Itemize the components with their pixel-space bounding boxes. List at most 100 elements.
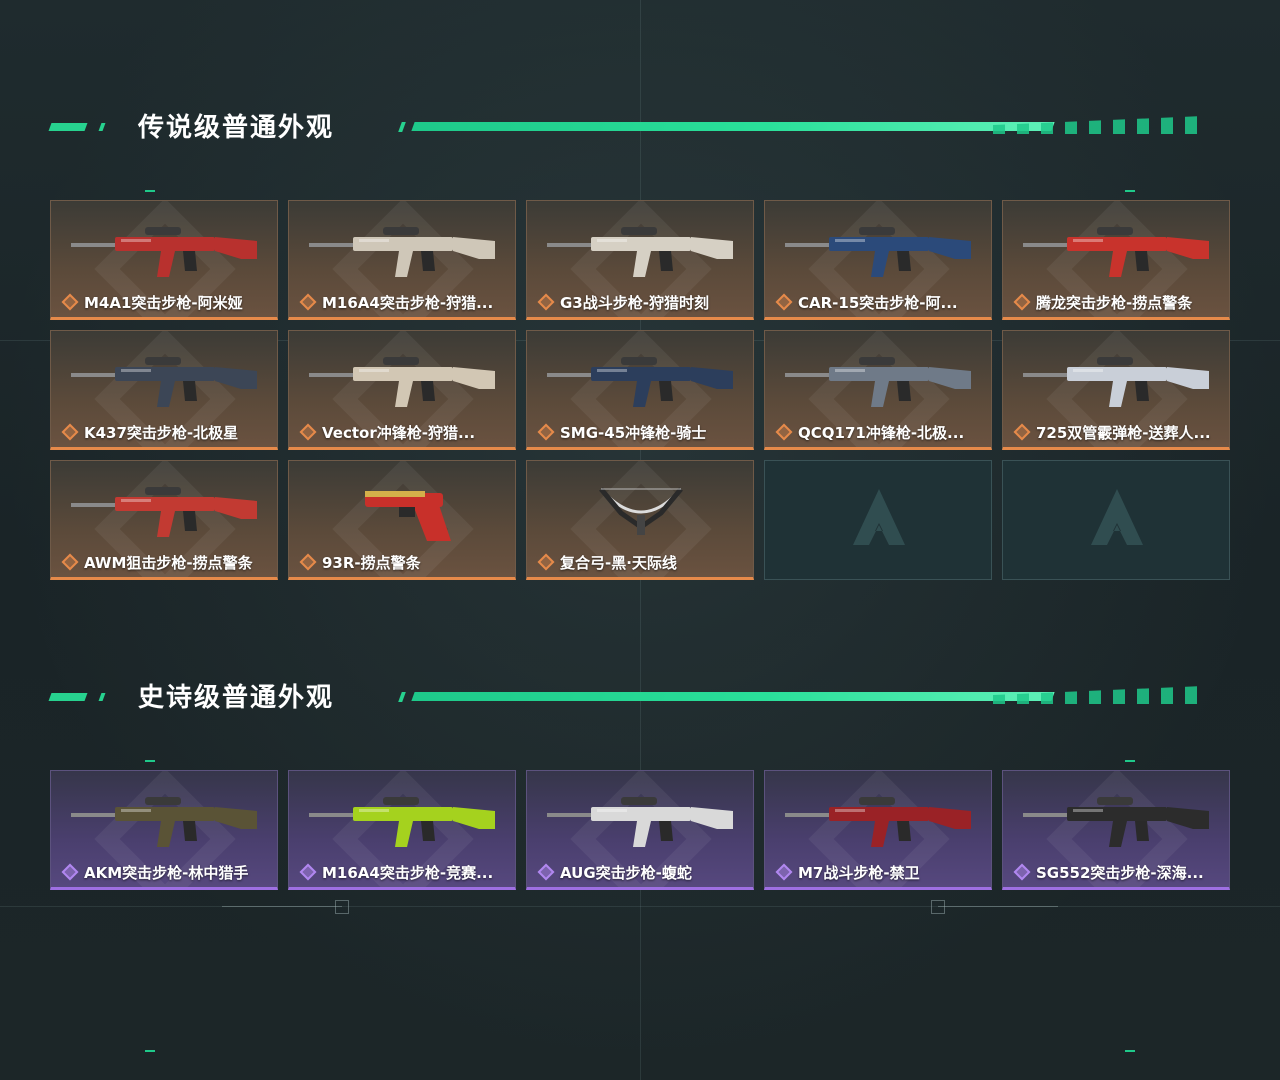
skin-card[interactable]: 腾龙突击步枪-捞点警条 — [1002, 200, 1230, 320]
skin-name: G3战斗步枪-狩猎时刻 — [560, 293, 709, 312]
weapon-image — [1023, 357, 1209, 407]
deco-tick — [1125, 190, 1135, 192]
skin-card[interactable]: 725双管霰弹枪-送葬人... — [1002, 330, 1230, 450]
skin-card[interactable]: Vector冲锋枪-狩猎... — [288, 330, 516, 450]
skin-card[interactable]: CAR-15突击步枪-阿... — [764, 200, 992, 320]
skin-card[interactable]: G3战斗步枪-狩猎时刻 — [526, 200, 754, 320]
rarity-diamond-icon — [61, 553, 79, 571]
rarity-diamond-icon — [299, 293, 317, 311]
weapon-image — [1023, 797, 1209, 847]
weapon-image — [71, 797, 257, 847]
skin-card[interactable]: AUG突击步枪-蝮蛇 — [526, 770, 754, 890]
weapon-illustration — [779, 215, 979, 287]
empty-slot — [764, 460, 992, 580]
skin-card[interactable]: 复合弓-黑·天际线 — [526, 460, 754, 580]
card-label-row: 93R-捞点警条 — [299, 551, 421, 573]
section-header-epic: 史诗级普通外观 — [48, 678, 1208, 718]
header-accent-bar — [98, 693, 106, 701]
weapon-illustration — [1017, 785, 1217, 857]
weapon-illustration — [779, 345, 979, 417]
skin-name: SG552突击步枪-深海... — [1036, 863, 1204, 882]
skin-card[interactable]: QCQ171冲锋枪-北极... — [764, 330, 992, 450]
card-label-row: M16A4突击步枪-竞赛... — [299, 861, 493, 883]
skin-card[interactable]: 93R-捞点警条 — [288, 460, 516, 580]
card-label-row: 725双管霰弹枪-送葬人... — [1013, 421, 1211, 443]
skin-name: K437突击步枪-北极星 — [84, 423, 239, 442]
rarity-diamond-icon — [537, 423, 555, 441]
section-title: 传说级普通外观 — [138, 113, 335, 143]
skin-card[interactable]: M16A4突击步枪-竞赛... — [288, 770, 516, 890]
card-label-row: AKM突击步枪-林中猎手 — [61, 861, 248, 883]
rarity-diamond-icon — [775, 423, 793, 441]
header-checker-pattern — [993, 116, 1203, 134]
rarity-diamond-icon — [775, 863, 793, 881]
section-title: 史诗级普通外观 — [138, 683, 335, 713]
deco-tick — [145, 760, 155, 762]
card-label-row: 复合弓-黑·天际线 — [537, 551, 677, 573]
page: 传说级普通外观 M4A1突击步枪-阿米娅 M16A4突击步枪-狩猎... G3战斗步… — [0, 0, 1280, 1080]
skin-name: AUG突击步枪-蝮蛇 — [560, 863, 692, 882]
deco-square — [931, 900, 945, 914]
skin-card[interactable]: M4A1突击步枪-阿米娅 — [50, 200, 278, 320]
skin-card[interactable]: AWM狙击步枪-捞点警条 — [50, 460, 278, 580]
rarity-diamond-icon — [61, 423, 79, 441]
weapon-illustration — [779, 785, 979, 857]
weapon-image — [71, 487, 257, 537]
rarity-diamond-icon — [537, 553, 555, 571]
weapon-illustration — [541, 215, 741, 287]
skin-card[interactable]: K437突击步枪-北极星 — [50, 330, 278, 450]
card-label-row: AUG突击步枪-蝮蛇 — [537, 861, 692, 883]
header-accent-bar — [48, 693, 88, 701]
card-label-row: G3战斗步枪-狩猎时刻 — [537, 291, 709, 313]
weapon-image — [547, 797, 733, 847]
skin-card[interactable]: AKM突击步枪-林中猎手 — [50, 770, 278, 890]
weapon-image — [71, 357, 257, 407]
weapon-image — [365, 491, 451, 541]
weapon-image — [309, 797, 495, 847]
deco-tick — [1125, 760, 1135, 762]
weapon-image — [547, 227, 733, 277]
empty-slot — [1002, 460, 1230, 580]
skin-name: 725双管霰弹枪-送葬人... — [1036, 423, 1211, 442]
weapon-illustration — [303, 345, 503, 417]
deco-square — [335, 900, 349, 914]
card-label-row: AWM狙击步枪-捞点警条 — [61, 551, 253, 573]
skin-card[interactable]: SMG-45冲锋枪-骑士 — [526, 330, 754, 450]
deco-tick — [1125, 1050, 1135, 1052]
weapon-image — [71, 227, 257, 277]
weapon-illustration — [541, 785, 741, 857]
rarity-diamond-icon — [775, 293, 793, 311]
skin-card[interactable]: M7战斗步枪-禁卫 — [764, 770, 992, 890]
card-label-row: SMG-45冲锋枪-骑士 — [537, 421, 706, 443]
skin-card[interactable]: M16A4突击步枪-狩猎... — [288, 200, 516, 320]
header-accent-bar — [98, 123, 106, 131]
weapon-image — [309, 357, 495, 407]
rarity-diamond-icon — [299, 423, 317, 441]
weapon-illustration — [303, 475, 503, 547]
skin-name: Vector冲锋枪-狩猎... — [322, 423, 476, 442]
placeholder-logo-icon — [1091, 489, 1143, 545]
card-label-row: M16A4突击步枪-狩猎... — [299, 291, 493, 313]
weapon-image — [309, 227, 495, 277]
weapon-illustration — [1017, 215, 1217, 287]
rarity-diamond-icon — [1013, 293, 1031, 311]
header-divider-line — [411, 692, 1055, 701]
card-label-row: CAR-15突击步枪-阿... — [775, 291, 958, 313]
skin-name: M16A4突击步枪-狩猎... — [322, 293, 494, 312]
weapon-image — [785, 357, 971, 407]
deco-line — [938, 906, 1058, 907]
weapon-illustration — [65, 215, 265, 287]
skin-card[interactable]: SG552突击步枪-深海... — [1002, 770, 1230, 890]
rarity-diamond-icon — [537, 863, 555, 881]
rarity-diamond-icon — [299, 863, 317, 881]
skin-name: 93R-捞点警条 — [322, 553, 421, 572]
card-label-row: K437突击步枪-北极星 — [61, 421, 238, 443]
card-label-row: M7战斗步枪-禁卫 — [775, 861, 920, 883]
weapon-illustration — [65, 475, 265, 547]
skin-name: QCQ171冲锋枪-北极... — [798, 423, 965, 442]
weapon-illustration — [303, 215, 503, 287]
weapon-image — [785, 797, 971, 847]
skin-name: 腾龙突击步枪-捞点警条 — [1036, 293, 1193, 312]
skin-name: M7战斗步枪-禁卫 — [798, 863, 920, 882]
card-label-row: Vector冲锋枪-狩猎... — [299, 421, 475, 443]
